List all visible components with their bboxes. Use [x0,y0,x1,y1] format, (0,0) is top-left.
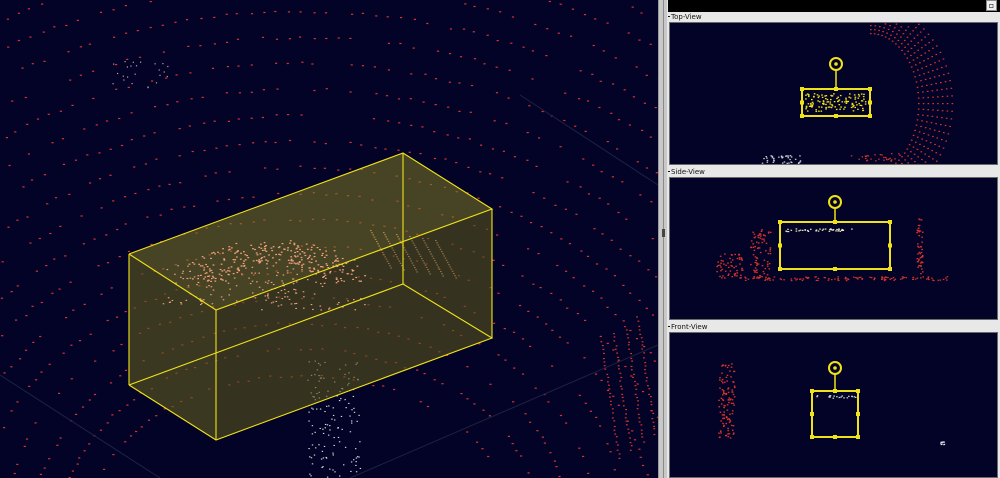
panel-header: ▫ [668,0,1000,12]
point-cloud [718,363,946,446]
front-view-drawing[interactable] [670,333,998,478]
side-panel: ▫ Top-View Side-View Front-View [668,0,1000,478]
top-view-title: Top-View [668,12,702,22]
top-view-drawing[interactable] [670,23,998,165]
panel-splitter[interactable] [658,0,668,478]
splitter-grip-icon[interactable] [662,229,665,237]
side-view-drawing[interactable] [670,178,998,320]
point-cloud [716,218,949,282]
top-view-canvas[interactable] [669,22,998,165]
side-view-title: Side-View [668,167,705,177]
side-view-bbox[interactable] [778,195,892,271]
main-view-canvas[interactable] [0,0,658,478]
front-view-panel: Front-View [668,322,999,478]
splitter-line [663,0,664,478]
side-view-panel: Side-View [668,167,999,322]
3d-bounding-box[interactable] [128,152,494,441]
front-view-title: Front-View [668,322,707,332]
top-view-panel: Top-View [668,12,999,167]
restore-button[interactable]: ▫ [986,0,997,11]
front-view-bbox[interactable] [810,361,860,439]
point-cloud [761,23,954,164]
main-3d-point-cloud-view[interactable] [0,0,658,478]
side-view-canvas[interactable] [669,177,998,320]
front-view-canvas[interactable] [669,332,998,478]
